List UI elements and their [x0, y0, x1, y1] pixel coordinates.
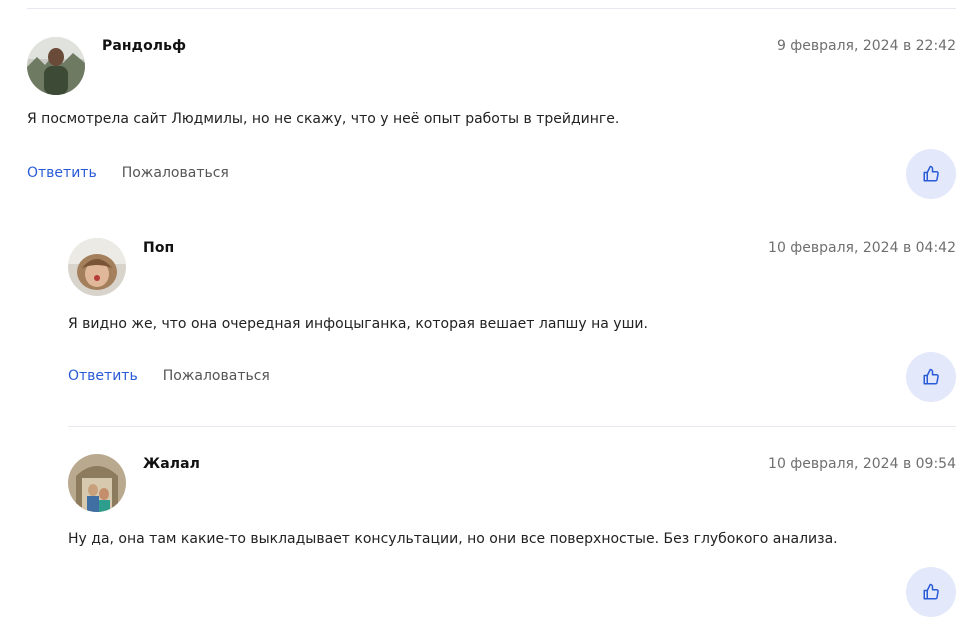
reply-button[interactable]: Ответить [68, 368, 138, 384]
avatar[interactable] [68, 454, 126, 512]
comment-text: Я посмотрела сайт Людмилы, но не скажу, … [27, 111, 620, 127]
comment-text: Ну да, она там какие-то выкладывает конс… [68, 531, 838, 547]
report-button[interactable]: Пожаловаться [122, 165, 229, 181]
comment-author[interactable]: Поп [143, 240, 174, 256]
comment-reply-item: Жалал 10 февраля, 2024 в 09:54 Ну да, он… [68, 454, 956, 617]
comment-divider-top [27, 8, 956, 9]
comment-item: Рандольф 9 февраля, 2024 в 22:42 Я посмо… [27, 37, 956, 207]
comment-reply-item: Поп 10 февраля, 2024 в 04:42 Я видно же,… [68, 238, 956, 408]
comment-date: 10 февраля, 2024 в 04:42 [768, 240, 956, 256]
comment-divider [68, 426, 956, 427]
thumbs-up-icon [923, 368, 939, 385]
comment-text: Я видно же, что она очередная инфоцыганк… [68, 316, 648, 332]
comment-date: 10 февраля, 2024 в 09:54 [768, 456, 956, 472]
comment-actions: Ответить Пожаловаться [27, 165, 229, 181]
comment-actions: Ответить Пожаловаться [68, 368, 270, 384]
report-button[interactable]: Пожаловаться [163, 368, 270, 384]
avatar[interactable] [27, 37, 85, 95]
comment-author[interactable]: Жалал [143, 456, 200, 472]
like-button[interactable] [906, 352, 956, 402]
like-button[interactable] [906, 149, 956, 199]
comment-date: 9 февраля, 2024 в 22:42 [776, 38, 956, 54]
avatar[interactable] [68, 238, 126, 296]
comment-author[interactable]: Рандольф [102, 38, 186, 54]
thumbs-up-icon [923, 583, 939, 600]
thumbs-up-icon [923, 165, 939, 182]
reply-button[interactable]: Ответить [27, 165, 97, 181]
